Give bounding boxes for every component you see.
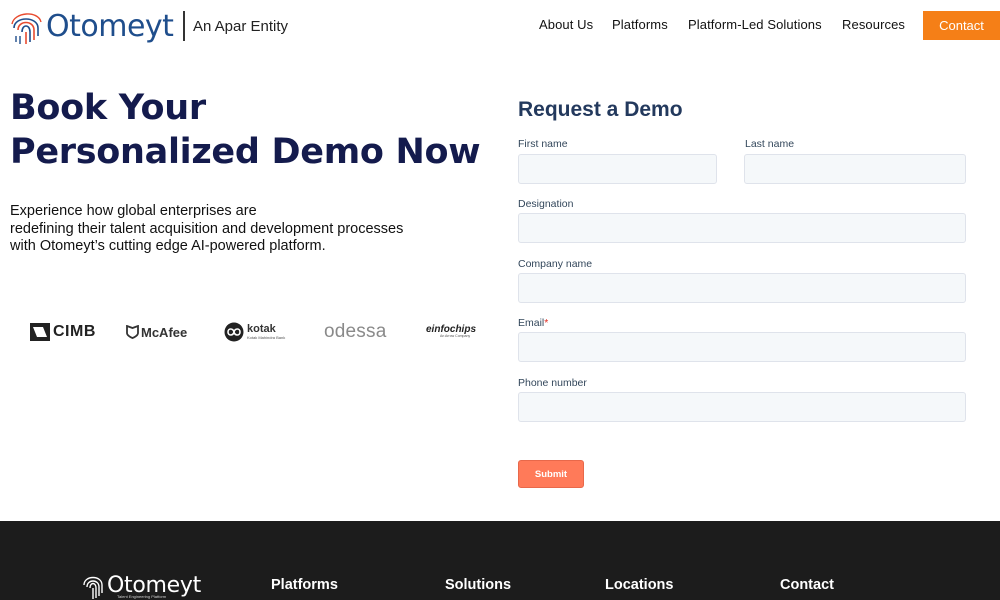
cimb-logo-icon xyxy=(30,323,50,341)
client-logo-einfochips: einfochips An Arrow Company xyxy=(426,318,476,346)
nav-platforms[interactable]: Platforms xyxy=(612,17,668,32)
client-logo-odessa: odessa xyxy=(324,318,386,346)
last-name-input[interactable] xyxy=(744,154,966,184)
company-name-input[interactable] xyxy=(518,273,966,303)
phone-number-input[interactable] xyxy=(518,392,966,422)
company-name-label: Company name xyxy=(518,258,593,270)
einfochips-wordmark: einfochips An Arrow Company xyxy=(426,325,476,339)
footer-tagline: Talent Engineering Platform xyxy=(117,594,167,599)
email-label-text: Email xyxy=(518,317,545,329)
mcafee-shield-icon xyxy=(126,325,139,339)
site-header: Otomeyt An Apar Entity About Us Platform… xyxy=(0,0,1000,52)
last-name-label: Last name xyxy=(745,138,795,150)
client-kotak-label: kotak xyxy=(247,323,276,335)
main-nav: About Us Platforms Platform-Led Solution… xyxy=(0,17,1000,37)
first-name-label: First name xyxy=(518,138,568,150)
hero-title-line-1: Book Your xyxy=(10,88,206,128)
hero-desc-line-3: with Otomeyt’s cutting edge AI-powered p… xyxy=(10,238,326,254)
client-logo-kotak: kotak Kotak Mahindra Bank xyxy=(224,318,285,346)
client-einfochips-sub: An Arrow Company xyxy=(440,334,471,339)
footer-heading-locations: Locations xyxy=(605,577,674,593)
nav-platform-led-solutions[interactable]: Platform-Led Solutions xyxy=(688,17,822,32)
designation-input[interactable] xyxy=(518,213,966,243)
designation-label: Designation xyxy=(518,198,574,210)
client-cimb-label: CIMB xyxy=(53,323,96,340)
footer-fingerprint-icon xyxy=(83,576,103,599)
email-label: Email* xyxy=(518,317,548,329)
contact-button[interactable]: Contact xyxy=(923,11,1000,40)
hero-title-line-2: Personalized Demo Now xyxy=(10,132,481,172)
site-footer: Otomeyt Talent Engineering Platform Plat… xyxy=(0,521,1000,600)
nav-resources[interactable]: Resources xyxy=(842,17,905,32)
form-title: Request a Demo xyxy=(518,98,683,121)
client-mcafee-label: McAfee xyxy=(141,324,188,340)
client-odessa-label: odessa xyxy=(324,321,387,342)
hero-title: Book Your Personalized Demo Now xyxy=(10,86,490,174)
footer-heading-contact: Contact xyxy=(780,577,834,593)
email-required-mark: * xyxy=(544,317,549,329)
client-logo-mcafee: McAfee xyxy=(126,318,187,346)
phone-number-label: Phone number xyxy=(518,377,587,389)
kotak-infinity-icon xyxy=(224,322,244,342)
client-logo-cimb: CIMB xyxy=(30,318,96,346)
client-kotak-sub: Kotak Mahindra Bank xyxy=(247,335,286,340)
nav-about-us[interactable]: About Us xyxy=(539,17,593,32)
hero-description: Experience how global enterprises are re… xyxy=(10,203,410,256)
email-input[interactable] xyxy=(518,332,966,362)
first-name-input[interactable] xyxy=(518,154,717,184)
client-logos: CIMB McAfee kotak Kotak Mahindra Bank od… xyxy=(30,318,490,346)
footer-heading-solutions: Solutions xyxy=(445,577,512,593)
kotak-wordmark: kotak Kotak Mahindra Bank xyxy=(247,324,285,340)
submit-button[interactable]: Submit xyxy=(518,460,584,488)
hero-desc-line-2: redefining their talent acquisition and … xyxy=(10,220,404,237)
hero-desc-line-1: Experience how global enterprises are xyxy=(10,203,257,219)
footer-heading-platforms: Platforms xyxy=(271,577,338,593)
